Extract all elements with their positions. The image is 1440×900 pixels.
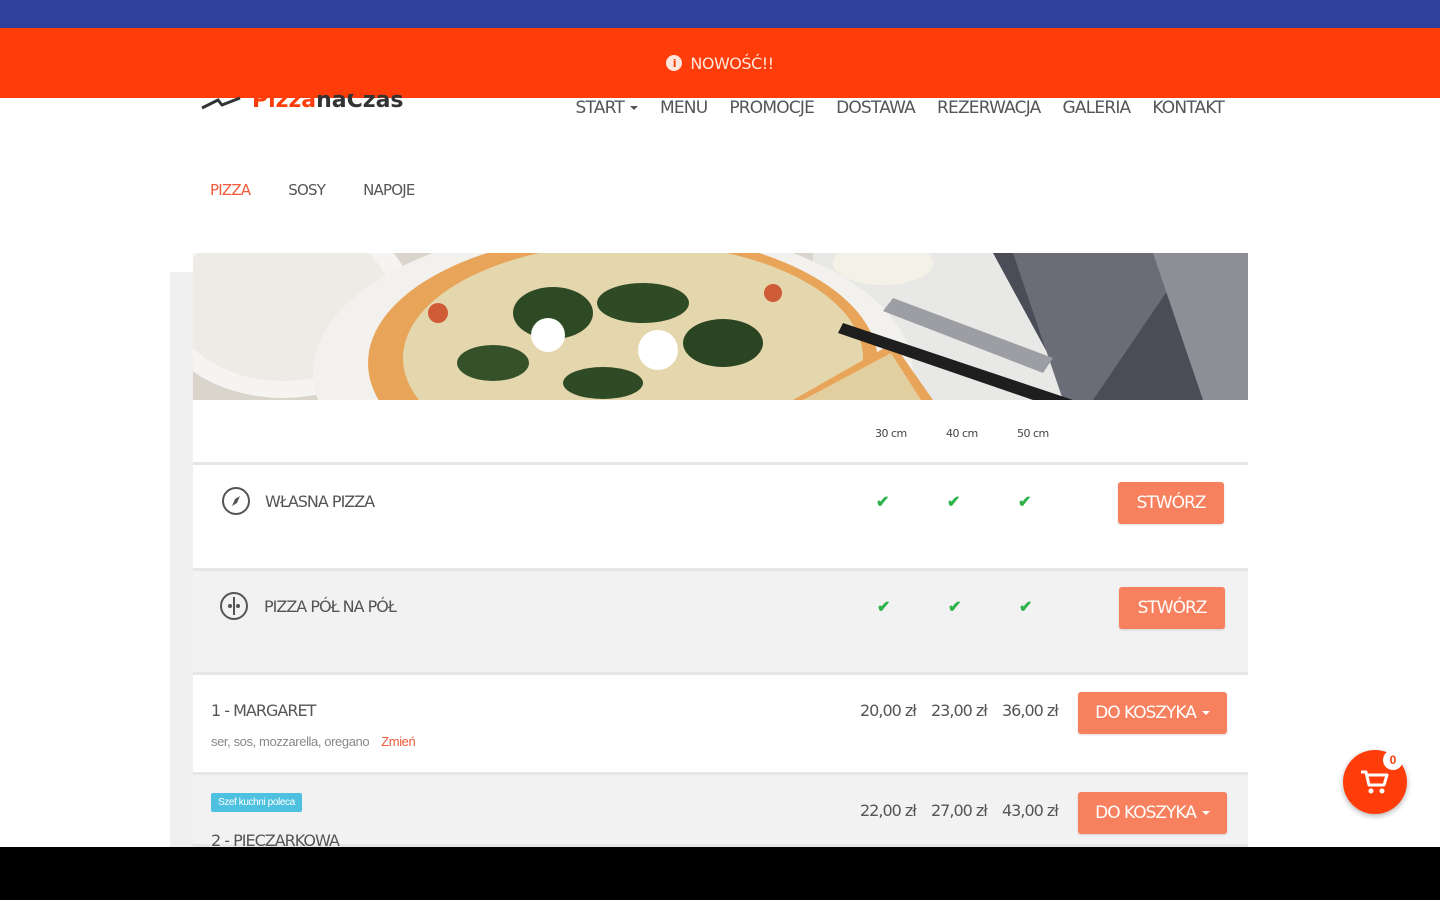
create-half-half-button[interactable]: STWÓRZ — [1119, 587, 1225, 629]
price-40: 23,00 zł — [931, 701, 988, 720]
add-to-cart-label: DO KOSZYKA — [1095, 703, 1197, 723]
chevron-down-icon — [629, 106, 638, 110]
product-title: 1 - MARGARET — [211, 701, 316, 720]
size-50: 50 cm — [1017, 427, 1049, 440]
price-50: 43,00 zł — [1002, 801, 1059, 820]
price-30: 22,00 zł — [860, 801, 917, 820]
change-ingredients-link[interactable]: Zmień — [381, 734, 416, 749]
price-40: 27,00 zł — [931, 801, 988, 820]
check-icon: ✔ — [1019, 599, 1033, 616]
custom-pizza-row: WŁASNA PIZZA ✔ ✔ ✔ STWÓRZ — [193, 465, 1248, 571]
main-navigation: START MENU PROMOCJE DOSTAWA REZERWACJA G… — [576, 98, 1225, 118]
chef-recommends-badge: Szef kuchni poleca — [211, 793, 302, 812]
half-half-pizza-name: PIZZA PÓŁ NA PÓŁ — [264, 597, 397, 616]
check-icon: ✔ — [877, 599, 891, 616]
price-50: 36,00 zł — [1002, 701, 1059, 720]
announcement-banner[interactable]: i NOWOŚĆ!! — [0, 28, 1440, 98]
left-shadow-panel — [170, 272, 193, 847]
custom-pizza-name: WŁASNA PIZZA — [265, 492, 375, 511]
add-to-cart-button[interactable]: DO KOSZYKA — [1078, 792, 1227, 834]
nav-rezerwacja[interactable]: REZERWACJA — [937, 98, 1041, 118]
nav-galeria[interactable]: GALERIA — [1063, 98, 1132, 118]
logo-text-part2: naCzas — [316, 94, 404, 112]
info-icon: i — [666, 55, 683, 71]
logo-text-part1: Pizza — [252, 94, 317, 112]
chevron-down-icon — [1201, 811, 1210, 815]
product-row: 1 - MARGARET ser, sos, mozzarella, orega… — [193, 675, 1248, 775]
nav-dostawa[interactable]: DOSTAWA — [836, 98, 916, 118]
announcement-text: NOWOŚĆ!! — [690, 53, 774, 73]
size-header-row: 30 cm 40 cm 50 cm — [193, 400, 1248, 465]
site-logo[interactable]: PizzanaCzas — [200, 94, 420, 112]
nav-kontakt[interactable]: KONTAKT — [1152, 98, 1224, 118]
cart-icon — [1361, 770, 1389, 794]
price-30: 20,00 zł — [860, 701, 917, 720]
nav-start[interactable]: START — [576, 98, 638, 118]
top-color-bar — [0, 0, 1440, 28]
nav-promocje[interactable]: PROMOCJE — [729, 98, 815, 118]
hero-pizza-image — [193, 253, 1248, 400]
check-icon: ✔ — [1018, 494, 1032, 511]
nav-start-label: START — [575, 98, 625, 118]
tab-pizza[interactable]: PIZZA — [210, 181, 251, 199]
half-half-pizza-row: PIZZA PÓŁ NA PÓŁ ✔ ✔ ✔ STWÓRZ — [193, 571, 1248, 675]
create-custom-pizza-button[interactable]: STWÓRZ — [1118, 482, 1224, 524]
add-to-cart-button[interactable]: DO KOSZYKA — [1078, 692, 1227, 734]
size-30: 30 cm — [875, 427, 907, 440]
product-ingredients: ser, sos, mozzarella, oregano Zmień — [211, 734, 416, 749]
tab-sosy[interactable]: SOSY — [288, 181, 326, 199]
half-pizza-icon — [220, 592, 248, 620]
check-icon: ✔ — [876, 494, 890, 511]
size-40: 40 cm — [946, 427, 978, 440]
cart-count-badge: 0 — [1383, 750, 1403, 770]
check-icon: ✔ — [947, 494, 961, 511]
compass-icon — [222, 487, 250, 515]
nav-menu[interactable]: MENU — [660, 98, 708, 118]
logo-mark-icon — [201, 96, 241, 110]
product-row: Szef kuchni poleca 2 - PIECZARKOWA 22,00… — [193, 775, 1248, 850]
add-to-cart-label: DO KOSZYKA — [1095, 803, 1197, 823]
category-tabs: PIZZA SOSY NAPOJE — [210, 181, 415, 199]
ingredients-text: ser, sos, mozzarella, oregano — [211, 734, 370, 749]
check-icon: ✔ — [948, 599, 962, 616]
chevron-down-icon — [1201, 711, 1210, 715]
bottom-black-bar — [0, 847, 1440, 900]
tab-napoje[interactable]: NAPOJE — [363, 181, 415, 199]
